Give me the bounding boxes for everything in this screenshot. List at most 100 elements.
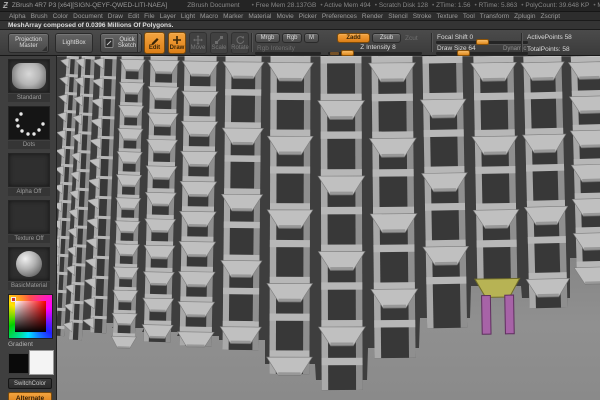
lightbox-button[interactable]: LightBox: [55, 33, 93, 53]
color-picker-sv-square[interactable]: [15, 301, 46, 332]
focal-shift-label: Focal Shift 0: [437, 34, 473, 41]
menu-bar: Alpha Brush Color Document Draw Edit File Layer…: [0, 12, 600, 21]
stroke-preview-icon: [9, 107, 49, 139]
menu-light[interactable]: Light: [181, 13, 195, 20]
pencil-icon: [150, 35, 160, 45]
zbrush-logo-icon: Ƶ: [3, 1, 8, 10]
gradient-label: Gradient: [8, 341, 56, 348]
rotate-label: Rotate: [231, 45, 249, 52]
menu-layer[interactable]: Layer: [160, 13, 176, 20]
menu-transform[interactable]: Transform: [480, 13, 509, 20]
rgb-button[interactable]: Rgb: [282, 33, 302, 43]
menu-edit[interactable]: Edit: [128, 13, 139, 20]
menu-macro[interactable]: Macro: [200, 13, 218, 20]
material-sphere-icon: [16, 251, 42, 277]
zbrush-window: Ƶ ZBrush 4R7 P3 [x64][SIGN-QEYF-QWED-LIT…: [0, 0, 600, 400]
move-label: Move: [191, 45, 206, 52]
menu-tool[interactable]: Tool: [463, 13, 475, 20]
title-stats: Free Mem 28.137GBActive Mem 494Scratch D…: [252, 2, 600, 9]
menu-draw[interactable]: Draw: [108, 13, 123, 20]
menu-color[interactable]: Color: [53, 13, 69, 20]
focal-shift-slider-handle[interactable]: [476, 39, 489, 45]
menu-material[interactable]: Material: [248, 13, 271, 20]
quick-sketch-label: Quick Sketch: [116, 37, 138, 50]
menu-stroke[interactable]: Stroke: [413, 13, 432, 20]
texture-name-label: Texture Off: [8, 235, 50, 243]
menu-file[interactable]: File: [144, 13, 154, 20]
menu-preferences[interactable]: Preferences: [322, 13, 357, 20]
color-picker-cursor[interactable]: [11, 297, 16, 302]
status-message: MeshArray composed of 0.0396 Millions Of…: [8, 22, 173, 29]
color-swatches: [8, 349, 54, 376]
total-points-readout: TotalPoints: 58: [527, 46, 570, 53]
draw-button[interactable]: Draw: [168, 32, 186, 54]
draw-label: Draw: [170, 45, 185, 52]
rotate-icon: [235, 35, 245, 45]
edit-button[interactable]: Edit: [144, 32, 165, 54]
title-stat: ZTime: 1.56: [432, 2, 471, 9]
color-picker[interactable]: [8, 294, 53, 339]
rgb-intensity-label: Rgb Intensity: [257, 45, 295, 52]
move-button[interactable]: Move: [189, 32, 207, 54]
mrgb-label: Mrgb: [261, 35, 275, 42]
secondary-color-swatch[interactable]: [29, 350, 54, 375]
zadd-button[interactable]: Zadd: [337, 33, 370, 43]
scale-label: Scale: [211, 45, 226, 52]
rotate-button[interactable]: Rotate: [231, 32, 249, 54]
document-canvas[interactable]: [57, 56, 600, 400]
m-button[interactable]: M: [304, 33, 319, 43]
main-color-swatch[interactable]: [8, 353, 29, 374]
menu-stencil[interactable]: Stencil: [388, 13, 408, 20]
zcut-button[interactable]: Zcut: [405, 35, 418, 42]
brush-name-label: Standard: [8, 94, 50, 102]
z-intensity-slider[interactable]: [328, 52, 422, 55]
alpha-name-label: Alpha Off: [8, 188, 50, 196]
toolbar-separator: [251, 33, 252, 52]
rgb-intensity-slider[interactable]: [255, 52, 321, 55]
zadd-label: Zadd: [346, 35, 360, 42]
projection-master-button[interactable]: Projection Master: [8, 33, 49, 53]
menu-picker[interactable]: Picker: [299, 13, 317, 20]
menu-alpha[interactable]: Alpha: [9, 13, 26, 20]
alternate-button[interactable]: Alternate: [8, 392, 52, 400]
status-bar: MeshArray composed of 0.0396 Millions Of…: [0, 21, 600, 30]
app-title: ZBrush 4R7 P3 [x64][SIGN-QEYF-QWED-LITI-…: [12, 2, 167, 9]
current-material-thumbnail[interactable]: [8, 247, 50, 281]
left-shelf: Standard Dots Alpha Off Texture Off Basi…: [0, 56, 57, 400]
draw-size-slider[interactable]: [436, 52, 528, 55]
title-stat: Free Mem 28.137GB: [252, 2, 317, 9]
top-shelf: Projection Master LightBox Quick Sketch …: [0, 30, 600, 56]
m-label: M: [309, 35, 314, 42]
material-name-label: BasicMaterial: [8, 282, 50, 290]
current-texture-thumbnail[interactable]: [8, 200, 50, 234]
dynamic-toggle[interactable]: Dynamic: [503, 46, 526, 52]
zsub-button[interactable]: Zsub: [372, 33, 401, 43]
menu-zscript[interactable]: Zscript: [541, 13, 561, 20]
draw-cross-icon: [172, 35, 182, 45]
rgb-label: Rgb: [286, 35, 297, 42]
mrgb-button[interactable]: Mrgb: [255, 33, 280, 43]
current-brush-thumbnail[interactable]: [8, 59, 50, 93]
switch-color-button[interactable]: SwitchColor: [8, 378, 52, 389]
active-points-readout: ActivePoints 58: [527, 34, 572, 41]
scale-button[interactable]: Scale: [210, 32, 228, 54]
current-stroke-thumbnail[interactable]: [8, 106, 50, 140]
menu-movie[interactable]: Movie: [276, 13, 293, 20]
menu-brush[interactable]: Brush: [31, 13, 48, 20]
menu-zplugin[interactable]: Zplugin: [514, 13, 535, 20]
title-bar: Ƶ ZBrush 4R7 P3 [x64][SIGN-QEYF-QWED-LIT…: [0, 0, 600, 12]
title-stat: MeshCount: 2: [593, 2, 600, 9]
toolbar-separator: [137, 33, 138, 52]
current-alpha-thumbnail[interactable]: [8, 153, 50, 187]
corner-fold-icon: [42, 46, 47, 51]
menu-document[interactable]: Document: [73, 13, 103, 20]
scale-icon: [214, 35, 224, 45]
quick-sketch-button[interactable]: Quick Sketch: [100, 33, 142, 53]
menu-marker[interactable]: Marker: [223, 13, 243, 20]
title-stat: PolyCount: 39.648 KP: [521, 2, 589, 9]
edit-label: Edit: [149, 45, 160, 52]
brush-preview-icon: [12, 63, 46, 89]
menu-texture[interactable]: Texture: [437, 13, 458, 20]
menu-render[interactable]: Render: [362, 13, 383, 20]
title-stat: Scratch Disk 128: [375, 2, 428, 9]
